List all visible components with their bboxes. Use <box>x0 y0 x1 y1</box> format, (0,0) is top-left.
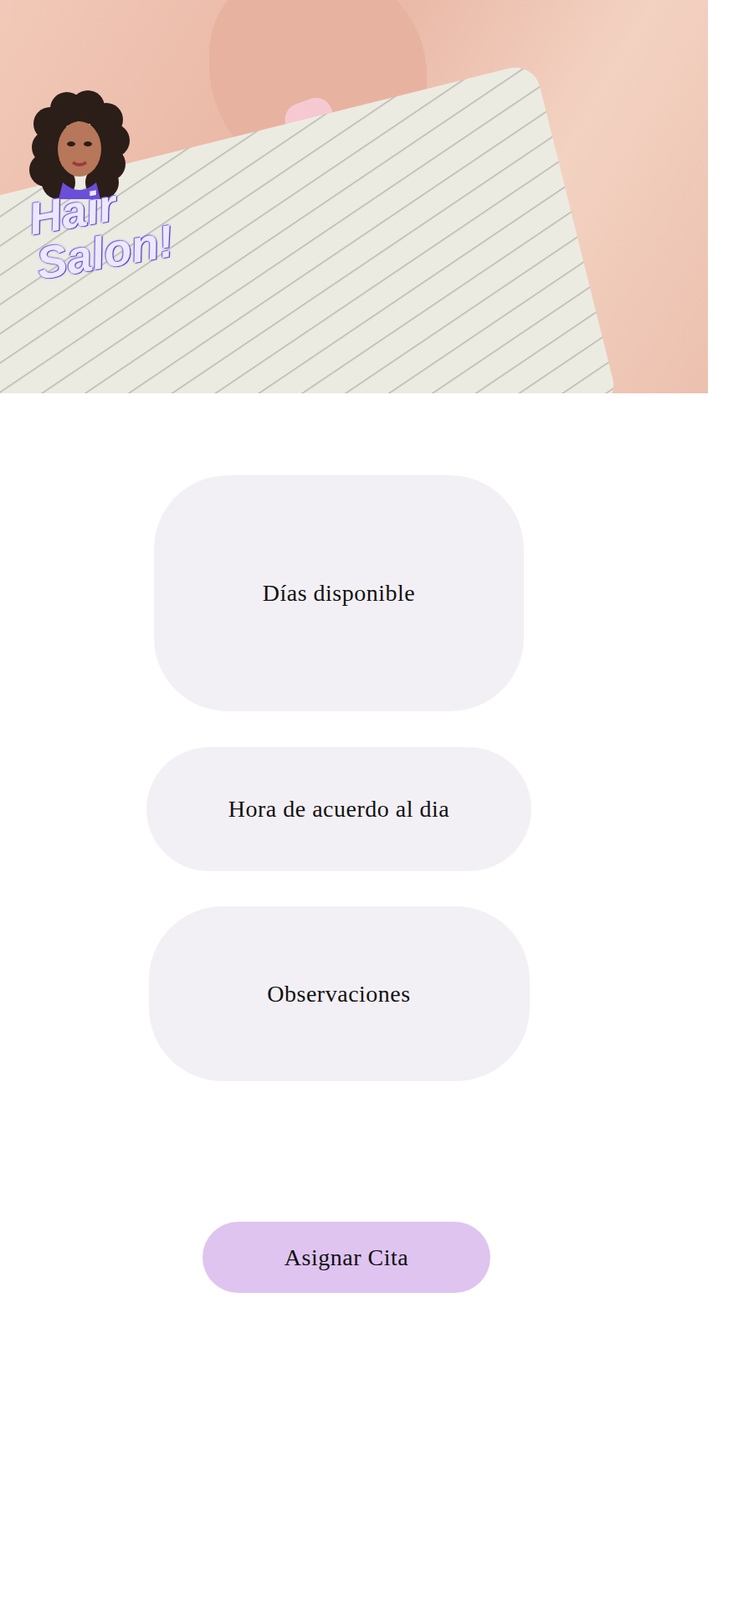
field-label: Hora de acuerdo al dia <box>228 795 450 823</box>
assign-button[interactable]: Asignar Cita <box>202 1221 491 1293</box>
page: Hair Salon! Días disponible Hora de acuerd… <box>0 0 733 1600</box>
form: Días disponible Hora de acuerdo al dia Obs… <box>0 393 733 1394</box>
field-card[interactable]: Días disponible <box>153 475 524 712</box>
field-card[interactable]: Observaciones <box>148 906 530 1082</box>
field-label: Días disponible <box>262 579 416 607</box>
field-card[interactable]: Hora de acuerdo al dia <box>146 747 532 872</box>
field-label: Observaciones <box>266 980 411 1008</box>
hero-photo: Hair Salon! <box>0 0 708 394</box>
logo: Hair Salon! <box>25 90 200 273</box>
